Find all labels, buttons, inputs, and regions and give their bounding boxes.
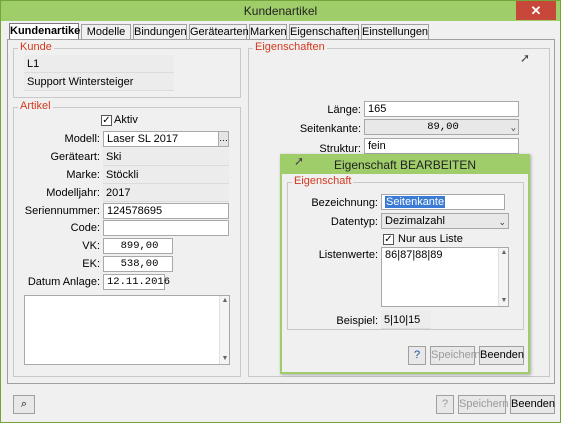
close-dialog-button[interactable]: Beenden [510, 395, 555, 414]
chevron-down-icon: ⌄ [510, 123, 516, 133]
scroll-up-icon[interactable]: ▲ [220, 296, 230, 306]
kunde-line1: L1 [24, 55, 174, 73]
geraeteart-value: Ski [103, 148, 229, 166]
seriennummer-label: Seriennummer: [24, 205, 100, 217]
seitenkante-dropdown[interactable]: 89,00 ⌄ [364, 119, 519, 135]
code-label: Code: [70, 222, 100, 234]
dialog-close-button[interactable]: Beenden [479, 346, 524, 365]
beispiel-value: 5|10|15 [381, 311, 431, 329]
seitenkante-value: 89,00 [427, 121, 459, 133]
modelljahr-label: Modelljahr: [46, 187, 100, 199]
vk-field[interactable]: 899,00 [103, 238, 173, 254]
modell-field[interactable]: Laser SL 2017 … [103, 131, 229, 147]
ek-label: EK: [82, 258, 100, 270]
artikel-group: Artikel ✓ Aktiv Modell: Laser SL 2017 … … [13, 100, 241, 377]
bezeichnung-value: Seitenkante [385, 196, 446, 208]
vk-label: VK: [82, 240, 100, 252]
eigenschaft-group: Eigenschaft Bezeichnung: Seitenkante Dat… [287, 175, 524, 330]
tab-eigenschaften[interactable]: Eigenschaften [289, 24, 360, 40]
beispiel-label: Beispiel: [336, 315, 378, 327]
modelljahr-value: 2017 [103, 184, 229, 202]
kunde-group: Kunde L1 Support Wintersteiger [13, 41, 241, 98]
edit-property-dialog: Eigenschaft BEARBEITEN Eigenschaft Bezei… [280, 154, 530, 374]
modell-browse-button[interactable]: … [218, 132, 228, 146]
geraeteart-label: Geräteart: [50, 151, 100, 163]
seriennummer-field[interactable]: 124578695 [103, 203, 229, 219]
title-bar: Kundenartikel ✕ [1, 1, 560, 21]
nur-aus-liste-label: Nur aus Liste [398, 233, 463, 245]
datentyp-label: Datentyp: [330, 216, 378, 228]
nur-aus-liste-checkbox[interactable]: ✓ [383, 234, 394, 245]
aktiv-checkbox[interactable]: ✓ [101, 115, 112, 126]
help-icon: ? [441, 398, 449, 410]
scroll-down-icon[interactable]: ▼ [220, 354, 230, 364]
scroll-down-icon[interactable]: ▼ [499, 296, 509, 306]
listenwerte-scrollbar[interactable]: ▲ ▼ [498, 248, 508, 306]
close-button[interactable]: ✕ [516, 1, 556, 20]
bezeichnung-field[interactable]: Seitenkante [381, 194, 505, 210]
bezeichnung-label: Bezeichnung: [311, 197, 378, 209]
listenwerte-value: 86|87|88|89 [385, 249, 443, 261]
mouse-cursor-icon: ➚ [294, 154, 305, 168]
aktiv-label: Aktiv [114, 114, 138, 126]
ek-field[interactable]: 538,00 [103, 256, 173, 272]
window-title: Kundenartikel [243, 4, 318, 18]
tab-einstellungen[interactable]: Einstellungen [361, 24, 429, 40]
artikel-group-title: Artikel [18, 100, 53, 112]
marke-label: Marke: [66, 169, 100, 181]
tab-modelle[interactable]: Modelle [81, 24, 131, 40]
tab-geraetearten[interactable]: Gerätearten [189, 24, 249, 40]
datum-anlage-field[interactable]: 12.11.2016 [103, 274, 170, 290]
search-button[interactable]: ⌕ [13, 395, 35, 414]
tab-bindungen[interactable]: Bindungen [133, 24, 187, 40]
main-window: Kundenartikel ✕ Kundenartikel Modelle Bi… [0, 0, 561, 423]
chevron-down-icon: ⌄ [498, 217, 506, 227]
modell-label: Modell: [64, 133, 100, 145]
struktur-field[interactable]: fein [364, 138, 519, 154]
marke-value: Stöckli [103, 166, 229, 184]
datentyp-dropdown[interactable]: Dezimalzahl ⌄ [381, 213, 509, 229]
datum-anlage-label: Datum Anlage: [27, 276, 100, 288]
datentyp-value: Dezimalzahl [385, 215, 445, 227]
kunde-group-title: Kunde [18, 41, 54, 53]
dialog-save-button[interactable]: Speichern [430, 346, 481, 365]
seitenkante-label: Seitenkante: [299, 123, 361, 135]
mouse-cursor-icon: ➚ [520, 51, 531, 65]
listenwerte-textarea[interactable]: 86|87|88|89 ▲ ▼ [381, 247, 509, 307]
kunde-line2: Support Wintersteiger [24, 73, 174, 91]
dialog-title: Eigenschaft BEARBEITEN [282, 156, 528, 174]
help-button[interactable]: ? [436, 395, 454, 414]
dialog-help-button[interactable]: ? [408, 346, 426, 365]
notes-scrollbar[interactable]: ▲ ▼ [219, 296, 229, 364]
scroll-up-icon[interactable]: ▲ [499, 248, 509, 258]
notes-textarea[interactable]: ▲ ▼ [24, 295, 230, 365]
save-button[interactable]: Speichern [458, 395, 509, 414]
modell-value: Laser SL 2017 [107, 133, 179, 145]
eigenschaft-group-title: Eigenschaft [292, 175, 354, 187]
help-icon: ? [413, 349, 421, 361]
laenge-label: Länge: [327, 104, 361, 116]
eigenschaften-group-title: Eigenschaften [253, 41, 327, 53]
code-field[interactable] [103, 220, 229, 236]
tab-marken[interactable]: Marken [249, 24, 287, 40]
laenge-field[interactable]: 165 [364, 101, 519, 117]
binoculars-icon: ⌕ [20, 398, 28, 410]
listenwerte-label: Listenwerte: [318, 249, 378, 261]
